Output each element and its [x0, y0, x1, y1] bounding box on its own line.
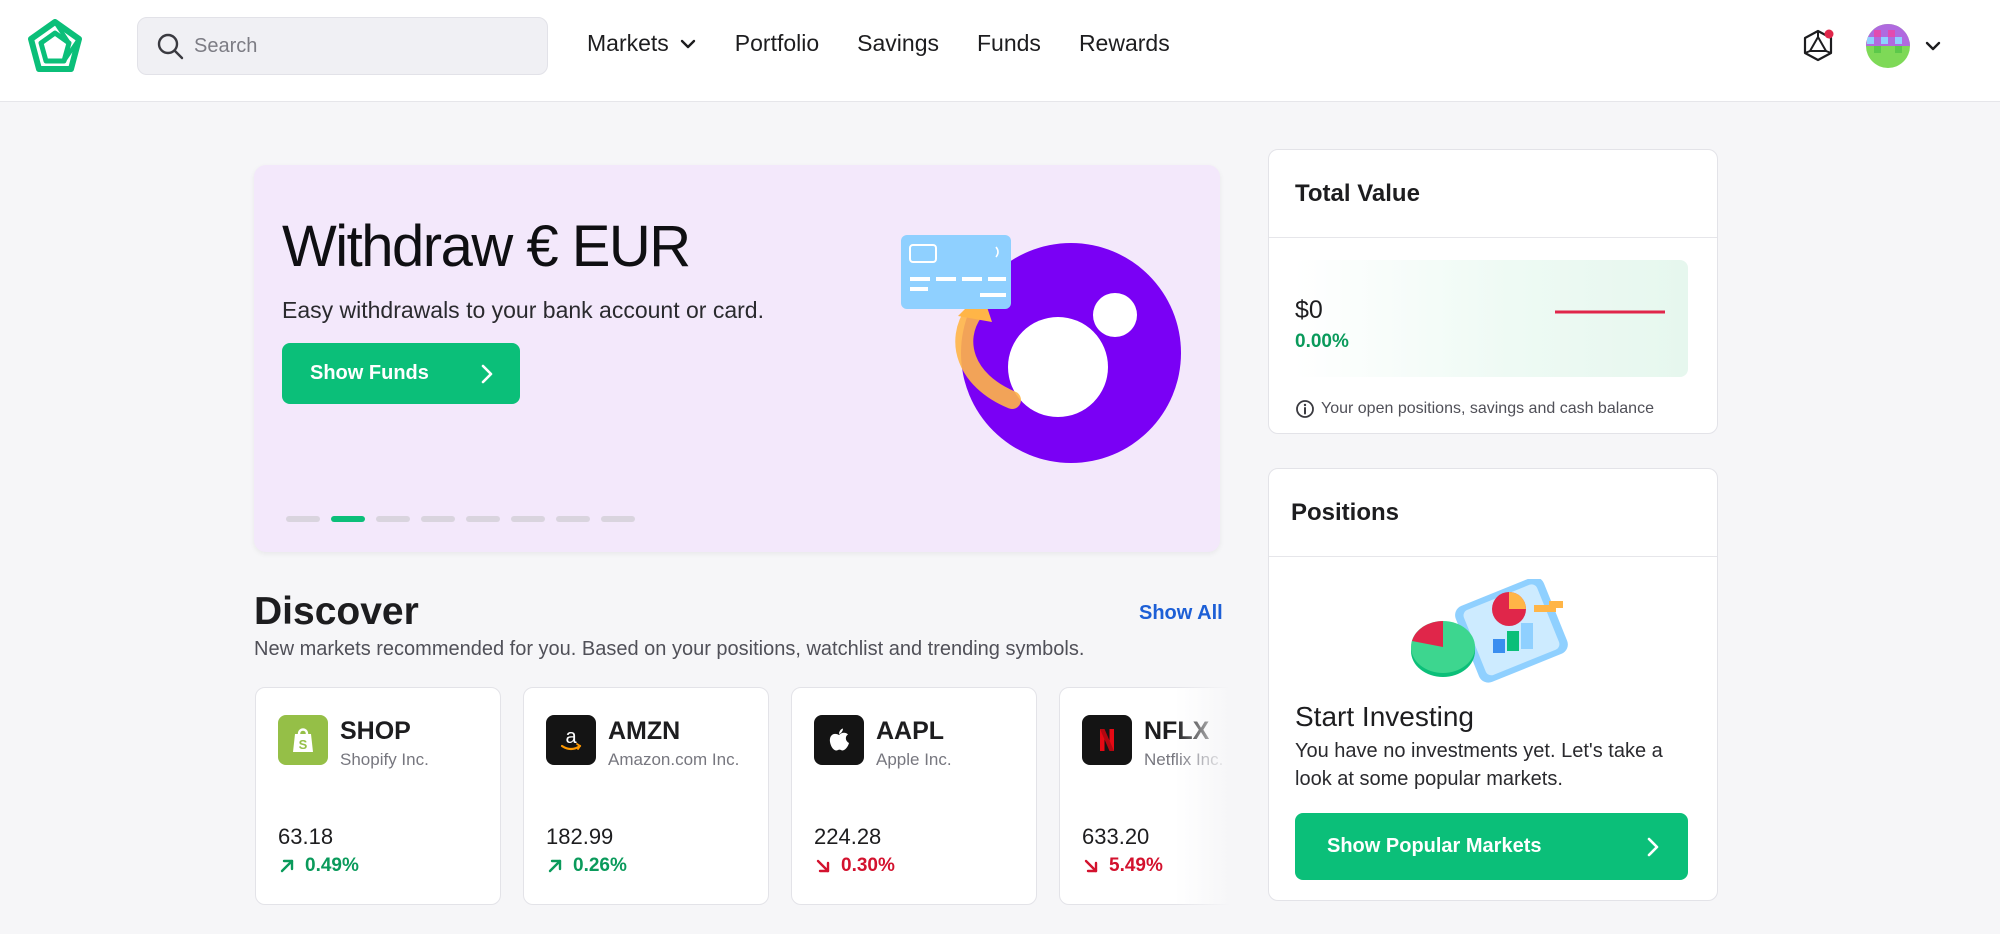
nav-markets[interactable]: Markets: [587, 30, 697, 57]
market-card-nflx[interactable]: NFLX Netflix Inc. 633.20 5.49%: [1059, 687, 1230, 905]
show-popular-markets-button[interactable]: Show Popular Markets: [1295, 813, 1688, 880]
banner-subtitle: Easy withdrawals to your bank account or…: [282, 297, 764, 323]
carousel-dot-3[interactable]: [376, 516, 410, 522]
sparkline: [1555, 310, 1665, 314]
arrow-down-right-icon: [816, 859, 830, 873]
carousel-dot-4[interactable]: [421, 516, 455, 522]
investing-illustration: [1411, 579, 1568, 683]
shopify-logo-icon: S: [278, 715, 328, 765]
card-price: 63.18: [278, 824, 334, 849]
card-change: 5.49%: [1082, 855, 1163, 877]
arrow-down-right-icon: [1084, 859, 1098, 873]
card-change: 0.49%: [278, 855, 359, 877]
card-company-name: Apple Inc.: [876, 750, 952, 769]
show-all-link[interactable]: Show All: [1139, 602, 1223, 625]
top-bar: Markets Portfolio Savings Funds Rewards: [0, 0, 2000, 102]
market-card-shop[interactable]: S SHOP Shopify Inc. 63.18 0.49%: [255, 687, 501, 905]
search-icon: [157, 33, 184, 60]
card-price: 224.28: [814, 824, 882, 849]
arrow-up-right-icon: [548, 859, 562, 873]
card-change-value: 0.49%: [305, 855, 359, 876]
apple-logo-icon: [814, 715, 864, 765]
netflix-logo-icon: [1082, 715, 1132, 765]
discover-title: Discover: [254, 590, 419, 633]
chevron-down-icon: [680, 39, 695, 48]
show-popular-markets-label: Show Popular Markets: [1327, 835, 1542, 857]
card-change-value: 0.26%: [573, 855, 627, 876]
svg-text:a: a: [565, 726, 577, 748]
card-change: 0.30%: [814, 855, 895, 877]
carousel-dot-7[interactable]: [556, 516, 590, 522]
total-value-change: 0.00%: [1295, 331, 1349, 352]
amazon-logo-icon: a: [546, 715, 596, 765]
market-card-amzn[interactable]: a AMZN Amazon.com Inc. 182.99 0.26%: [523, 687, 769, 905]
total-value-info: Your open positions, savings and cash ba…: [1295, 399, 1654, 419]
withdraw-illustration: [901, 235, 1181, 463]
market-cards-row: S SHOP Shopify Inc. 63.18 0.49% a AMZN A…: [250, 682, 1230, 912]
card-ticker: SHOP: [340, 717, 411, 745]
discover-subtitle: New markets recommended for you. Based o…: [254, 638, 1085, 660]
notification-dot: [1824, 29, 1834, 39]
positions-title: Positions: [1291, 499, 1400, 526]
card-change: 0.26%: [546, 855, 627, 877]
card-company-name: Netflix Inc.: [1144, 750, 1224, 769]
logo-icon[interactable]: [27, 19, 83, 75]
carousel-dot-2[interactable]: [331, 516, 365, 522]
card-price: 633.20: [1082, 824, 1150, 849]
show-funds-button[interactable]: Show Funds: [282, 343, 520, 404]
avatar[interactable]: [1866, 24, 1910, 68]
card-change-value: 5.49%: [1109, 855, 1163, 876]
total-value-chart[interactable]: $0 0.00%: [1295, 260, 1688, 377]
nav-portfolio[interactable]: Portfolio: [735, 30, 819, 57]
total-value-title: Total Value: [1295, 180, 1420, 207]
card-ticker: NFLX: [1144, 717, 1210, 745]
main-nav: Markets Portfolio Savings Funds Rewards: [587, 30, 1208, 57]
card-ticker: AMZN: [608, 717, 681, 745]
ai-assistant-icon[interactable]: [1800, 28, 1836, 64]
nav-rewards[interactable]: Rewards: [1079, 30, 1170, 57]
show-funds-label: Show Funds: [310, 362, 429, 384]
chevron-right-icon: [481, 364, 493, 383]
promo-banner: Withdraw € EUR Easy withdrawals to your …: [254, 165, 1220, 552]
card-change-value: 0.30%: [841, 855, 895, 876]
card-company-name: Amazon.com Inc.: [608, 750, 740, 769]
carousel-dot-8[interactable]: [601, 516, 635, 522]
nav-savings[interactable]: Savings: [857, 30, 939, 57]
nav-funds[interactable]: Funds: [977, 30, 1041, 57]
arrow-up-right-icon: [280, 859, 294, 873]
account-menu-chevron-icon[interactable]: [1924, 37, 1942, 55]
carousel-dot-6[interactable]: [511, 516, 545, 522]
search-input[interactable]: [194, 34, 534, 58]
card-ticker: AAPL: [876, 717, 945, 745]
start-investing-heading: Start Investing: [1295, 701, 1474, 732]
info-icon: [1296, 400, 1314, 418]
card-price: 182.99: [546, 824, 614, 849]
carousel-dot-1[interactable]: [286, 516, 320, 522]
chevron-right-icon: [1647, 837, 1659, 856]
carousel-dot-5[interactable]: [466, 516, 500, 522]
card-company-name: Shopify Inc.: [340, 750, 429, 769]
search-box[interactable]: [137, 17, 548, 75]
total-value-amount: $0: [1295, 296, 1323, 324]
total-value-panel: Total Value $0 0.00% Your open positions…: [1268, 149, 1718, 434]
start-investing-text: You have no investments yet. Let's take …: [1295, 740, 1663, 790]
total-value-info-text: Your open positions, savings and cash ba…: [1321, 400, 1654, 417]
market-card-aapl[interactable]: AAPL Apple Inc. 224.28 0.30%: [791, 687, 1037, 905]
banner-title: Withdraw € EUR: [282, 214, 691, 279]
nav-markets-label: Markets: [587, 30, 669, 56]
svg-text:S: S: [299, 737, 308, 752]
positions-header: Positions: [1269, 469, 1717, 557]
carousel-dots: [286, 516, 646, 522]
positions-panel: Positions Start Investing You have no in…: [1268, 468, 1718, 901]
total-value-header: Total Value: [1269, 150, 1717, 238]
